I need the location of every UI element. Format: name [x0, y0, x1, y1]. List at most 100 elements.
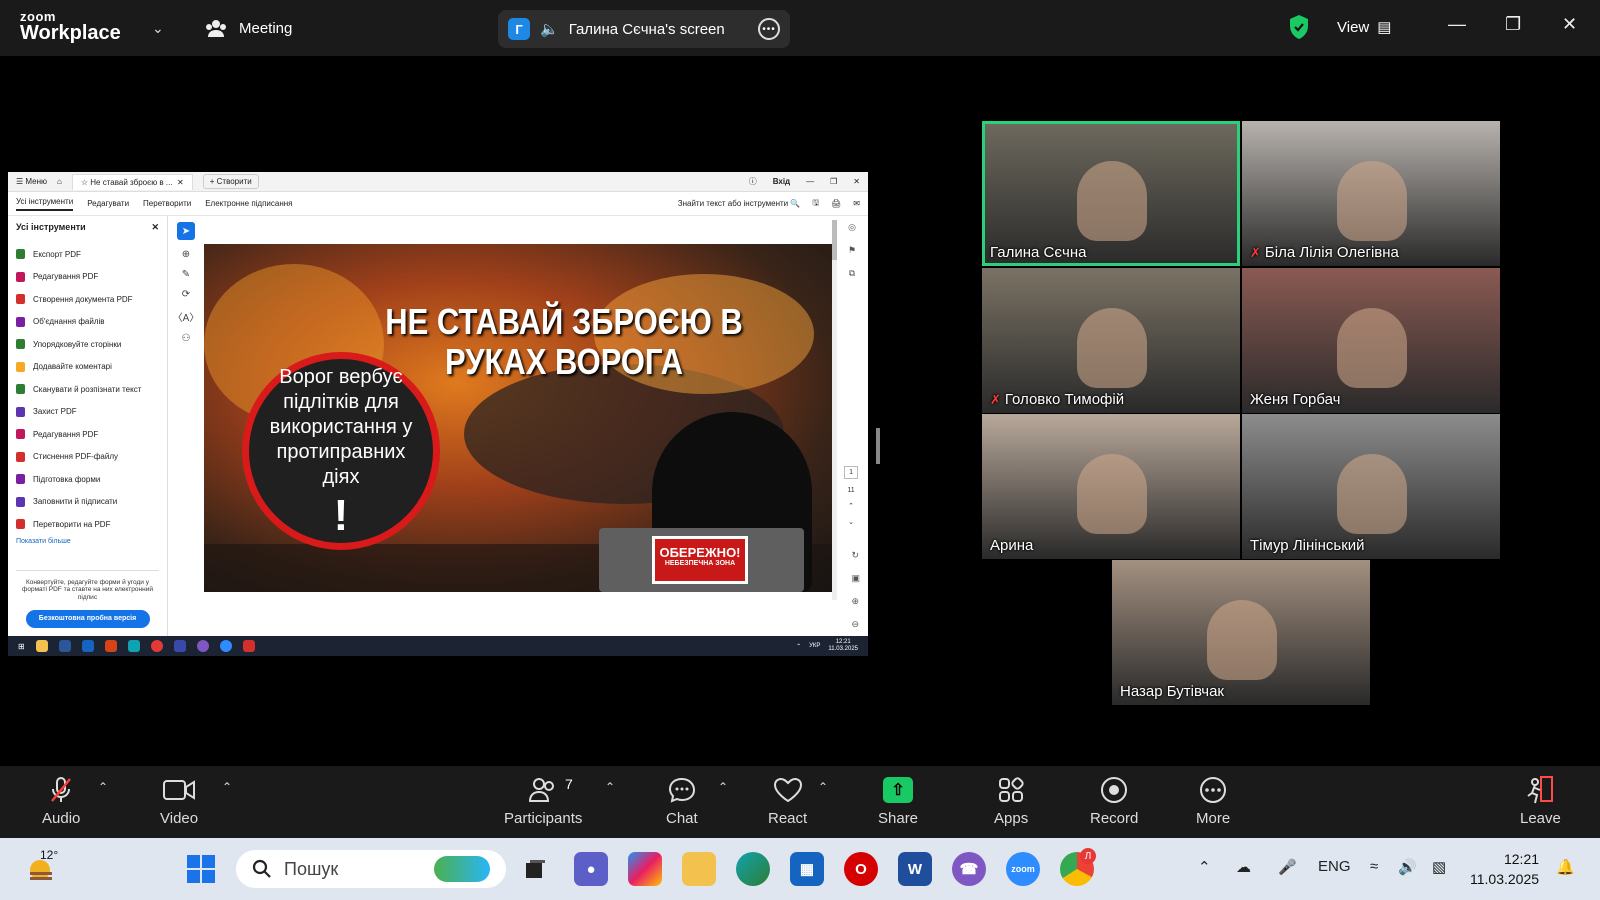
lasso-icon[interactable]: ⟳ — [182, 289, 190, 300]
tool-item[interactable]: Перетворити на PDF — [16, 513, 159, 536]
find-tools-search[interactable]: Знайти текст або інструменти 🔍 — [678, 199, 801, 208]
participant-tile[interactable]: Тімур Лінінський — [1242, 414, 1500, 559]
participants-options-caret[interactable]: ⌃ — [605, 780, 615, 794]
wifi-icon[interactable]: ≈ — [1370, 858, 1378, 875]
free-trial-button[interactable]: Безкоштовна пробна версія — [25, 610, 150, 628]
taskbar-search[interactable]: Пошук — [236, 850, 506, 888]
windows-start-icon[interactable] — [186, 854, 216, 884]
video-options-caret[interactable]: ⌃ — [222, 780, 232, 794]
print-icon[interactable]: 🖨 — [831, 199, 841, 208]
panel-resize-handle[interactable] — [876, 428, 880, 464]
participant-tile[interactable]: Галина Сєчна — [982, 121, 1240, 266]
security-shield-icon[interactable] — [1288, 14, 1310, 40]
page-down-icon[interactable]: ⌄ — [844, 518, 858, 526]
mic-tray-icon[interactable]: 🎤 — [1278, 858, 1297, 876]
tool-item[interactable]: Експорт PDF — [16, 243, 159, 266]
restore-button[interactable]: ❐ — [1505, 14, 1521, 35]
document-tab[interactable]: ☆ Не ставай зброєю в ... ✕ — [71, 173, 193, 190]
pages-icon[interactable]: ⧉ — [849, 268, 855, 279]
tool-item[interactable]: Редагування PDF — [16, 423, 159, 446]
video-button[interactable]: Video — [160, 776, 198, 827]
store-icon[interactable]: ▦ — [790, 852, 824, 886]
participant-tile[interactable]: ✗ Біла Лілія Олегівна — [1242, 121, 1500, 266]
signin-button[interactable]: Вхід — [773, 177, 790, 186]
react-options-caret[interactable]: ⌃ — [818, 780, 828, 794]
edge-browser-icon[interactable] — [736, 852, 770, 886]
acrobat-menu-button[interactable]: ☰ Меню — [16, 177, 47, 186]
leave-button[interactable]: Leave — [1520, 776, 1561, 827]
select-cursor-icon[interactable]: ➤ — [177, 222, 195, 240]
rotate-icon[interactable]: ↻ — [851, 550, 860, 561]
viber-app-icon[interactable]: ☎ — [952, 852, 986, 886]
tool-item[interactable]: Захист PDF — [16, 401, 159, 424]
more-options-icon[interactable]: ••• — [758, 18, 780, 40]
teams-icon[interactable]: ● — [574, 852, 608, 886]
copilot-icon[interactable] — [628, 852, 662, 886]
stamp-icon[interactable]: ⚇ — [182, 333, 191, 344]
chat-options-caret[interactable]: ⌃ — [718, 780, 728, 794]
menu-tab[interactable]: Усі інструменти — [16, 197, 74, 211]
bookmark-icon[interactable]: ⚑ — [848, 245, 856, 256]
zoom-tool-icon[interactable]: ⊕ — [182, 249, 190, 260]
tray-overflow-icon[interactable]: ⌃ — [1198, 858, 1211, 876]
apps-button[interactable]: Apps — [994, 776, 1028, 827]
ai-assistant-icon[interactable]: ◎ — [848, 222, 856, 233]
tool-item[interactable]: Створення документа PDF — [16, 288, 159, 311]
close-button[interactable]: ✕ — [1562, 14, 1577, 35]
text-box-icon[interactable]: 〈A〉 — [173, 309, 200, 324]
speaker-icon[interactable]: 🔈 — [540, 20, 559, 38]
acrobat-restore[interactable]: ❐ — [830, 177, 837, 186]
volume-icon[interactable]: 🔊 — [1398, 858, 1417, 876]
participant-tile[interactable]: Женя Горбач — [1242, 268, 1500, 413]
current-page[interactable]: 1 — [844, 466, 858, 479]
home-icon[interactable]: ⌂ — [57, 177, 62, 186]
system-clock[interactable]: 12:21 11.03.2025 — [1470, 849, 1539, 889]
page-up-icon[interactable]: ⌃ — [844, 502, 858, 510]
onedrive-icon[interactable]: ☁ — [1236, 858, 1251, 876]
word-app-icon[interactable]: W — [898, 852, 932, 886]
minimize-button[interactable]: — — [1448, 14, 1466, 35]
chat-button[interactable]: Chat — [666, 776, 698, 827]
menu-tab[interactable]: Електронне підписання — [205, 199, 292, 208]
share-button[interactable]: ⇧ Share — [878, 776, 918, 827]
pen-icon[interactable]: ✎ — [182, 269, 190, 280]
audio-button[interactable]: Audio — [42, 776, 80, 827]
participant-tile[interactable]: Назар Бутівчак — [1112, 560, 1370, 705]
battery-icon[interactable]: ▧ — [1432, 858, 1446, 876]
scroll-thumb[interactable] — [832, 220, 837, 260]
task-view-icon[interactable] — [518, 852, 552, 886]
chevron-down-icon[interactable]: ⌄ — [152, 20, 164, 37]
audio-options-caret[interactable]: ⌃ — [98, 780, 108, 794]
file-explorer-icon[interactable] — [682, 852, 716, 886]
tool-item[interactable]: Редагування PDF — [16, 266, 159, 289]
mail-icon[interactable]: ✉ — [853, 199, 860, 208]
tool-item[interactable]: Додавайте коментарі — [16, 356, 159, 379]
tool-item[interactable]: Упорядковуйте сторінки — [16, 333, 159, 356]
record-button[interactable]: Record — [1090, 776, 1138, 827]
input-language[interactable]: ENG — [1318, 858, 1351, 875]
tool-item[interactable]: Стиснення PDF-файлу — [16, 446, 159, 469]
document-scrollbar[interactable] — [832, 220, 837, 600]
tool-item[interactable]: Об'єднання файлів — [16, 311, 159, 334]
acrobat-minimize[interactable]: — — [806, 177, 814, 186]
tool-item[interactable]: Заповнити й підписати — [16, 491, 159, 514]
acrobat-close[interactable]: ✕ — [853, 177, 860, 186]
help-icon[interactable]: ⓘ — [749, 176, 757, 187]
tool-item[interactable]: Підготовка форми — [16, 468, 159, 491]
menu-tab[interactable]: Перетворити — [143, 199, 191, 208]
screen-share-indicator[interactable]: Г 🔈 Галина Сєчна's screen ••• — [498, 10, 790, 48]
tool-item[interactable]: Сканувати й розпізнати текст — [16, 378, 159, 401]
participant-tile[interactable]: Арина — [982, 414, 1240, 559]
meeting-menu[interactable]: Meeting — [205, 18, 292, 38]
react-button[interactable]: React — [768, 776, 807, 827]
save-icon[interactable]: 🖫 — [812, 197, 819, 211]
more-button[interactable]: More — [1196, 776, 1230, 827]
fit-page-icon[interactable]: ▣ — [851, 573, 860, 584]
participant-tile[interactable]: ✗ Головко Тимофій — [982, 268, 1240, 413]
opera-icon[interactable]: O — [844, 852, 878, 886]
close-panel-icon[interactable]: ✕ — [151, 222, 159, 233]
view-button[interactable]: View ▤ — [1337, 18, 1391, 37]
zoom-out-icon[interactable]: ⊖ — [851, 619, 860, 630]
show-more-link[interactable]: Показати більше — [16, 538, 159, 545]
menu-tab[interactable]: Редагувати — [87, 199, 129, 208]
